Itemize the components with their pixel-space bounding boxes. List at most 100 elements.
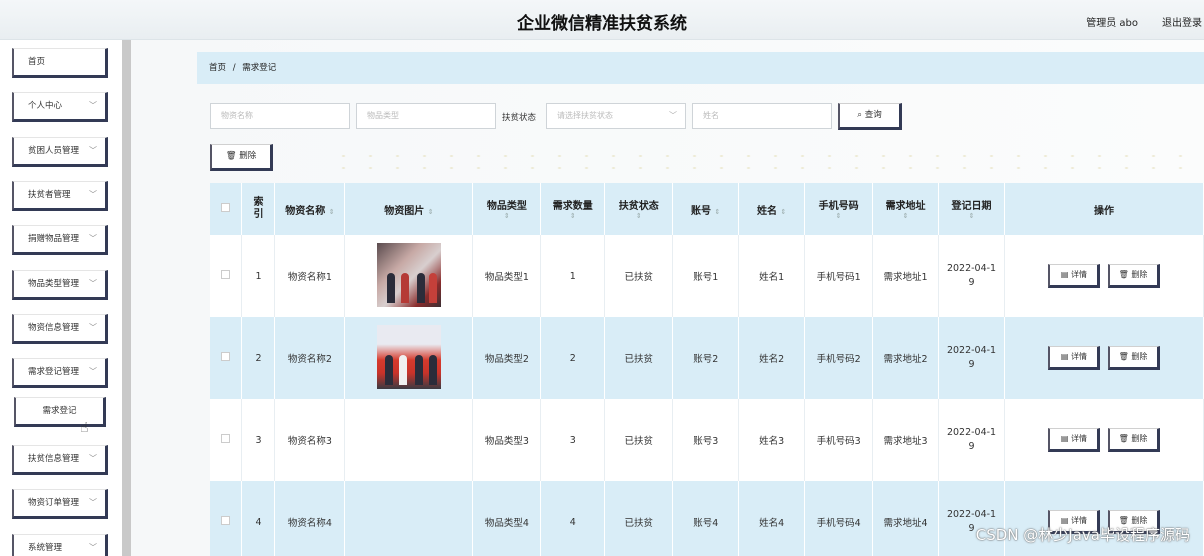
sidebar-item-label: 系统管理 bbox=[28, 543, 63, 553]
person-name-search-input[interactable]: 姓名 bbox=[692, 103, 832, 129]
row-delete-button[interactable]: 🗑 删除 bbox=[1107, 346, 1160, 370]
cell-status: 已扶贫 bbox=[604, 317, 674, 399]
logout-link[interactable]: 退出登录 bbox=[1162, 14, 1202, 29]
cell-quantity: 1 bbox=[540, 235, 606, 317]
cell-phone: 手机号码4 bbox=[804, 481, 874, 556]
column-header-label: 物资图片 bbox=[384, 205, 425, 217]
row-checkbox[interactable] bbox=[221, 352, 231, 361]
sidebar-subitem-demand-registration[interactable]: 需求登记 bbox=[14, 397, 106, 427]
column-header-label: 手机号码 bbox=[818, 201, 859, 212]
date-line: 9 bbox=[968, 359, 975, 370]
date-line: 9 bbox=[968, 277, 975, 288]
sidebar-item-home[interactable]: 首页 bbox=[12, 48, 108, 78]
chevron-down-icon: ﹀ bbox=[669, 111, 677, 120]
column-header-image[interactable]: 物资图片 ⇕ bbox=[344, 183, 474, 235]
delete-button-label: 删除 bbox=[239, 151, 257, 161]
chevron-down-icon: ﹀ bbox=[89, 367, 97, 376]
detail-button[interactable]: ▤ 详情 bbox=[1048, 428, 1101, 452]
sidebar-item-helpers[interactable]: 扶贫者管理 ﹀ bbox=[12, 181, 108, 211]
sidebar-item-orders[interactable]: 物资订单管理 ﹀ bbox=[12, 489, 108, 519]
cell-type: 物品类型3 bbox=[472, 399, 542, 481]
row-delete-button[interactable]: 🗑 删除 bbox=[1107, 428, 1160, 452]
breadcrumb-home[interactable]: 首页 bbox=[209, 63, 226, 73]
column-header-type[interactable]: 物品类型 ⇕ bbox=[472, 183, 542, 235]
item-type-search-input[interactable]: 物品类型 bbox=[356, 103, 496, 129]
hand-cursor-icon: ☝ bbox=[80, 420, 89, 436]
sort-icon[interactable]: ⇕ bbox=[805, 212, 872, 221]
table-header-row: 索引 物资名称 ⇕ 物资图片 ⇕ 物品类型 ⇕ 需求数量 ⇕ 扶贫状态 ⇕ 账号 ⇕ … bbox=[210, 183, 1204, 235]
row-delete-button[interactable]: 🗑 删除 bbox=[1107, 264, 1160, 288]
status-filter-label: 扶贫状态 bbox=[502, 113, 537, 123]
sidebar-item-label: 扶贫信息管理 bbox=[28, 454, 80, 464]
sort-icon[interactable]: ⇕ bbox=[541, 212, 604, 221]
header-select-all[interactable] bbox=[210, 183, 243, 235]
sort-icon[interactable]: ⇕ bbox=[715, 208, 721, 216]
sidebar-item-demand-registration-mgmt[interactable]: 需求登记管理 ﹀ bbox=[12, 358, 108, 388]
material-name-search-input[interactable]: 物资名称 bbox=[210, 103, 350, 129]
column-header-phone[interactable]: 手机号码 ⇕ bbox=[804, 183, 874, 235]
app-title: 企业微信精准扶贫系统 bbox=[517, 14, 687, 34]
sort-icon[interactable]: ⇕ bbox=[780, 208, 786, 216]
sidebar-scrollbar[interactable] bbox=[122, 40, 131, 556]
column-header-status[interactable]: 扶贫状态 ⇕ bbox=[604, 183, 674, 235]
top-header: 企业微信精准扶贫系统 管理员 abo 退出登录 bbox=[0, 0, 1204, 40]
bulk-delete-button[interactable]: 🗑 删除 bbox=[210, 144, 273, 171]
column-header-account[interactable]: 账号 ⇕ bbox=[672, 183, 740, 235]
column-header-person[interactable]: 姓名 ⇕ bbox=[738, 183, 806, 235]
sort-icon[interactable]: ⇕ bbox=[329, 208, 335, 216]
row-select-cell[interactable] bbox=[210, 399, 243, 481]
chevron-down-icon: ﹀ bbox=[89, 190, 97, 199]
sidebar-item-item-types[interactable]: 物品类型管理 ﹀ bbox=[12, 270, 108, 300]
sidebar-item-materials[interactable]: 物资信息管理 ﹀ bbox=[12, 314, 108, 344]
row-select-cell[interactable] bbox=[210, 481, 243, 556]
cell-date: 2022-04-1 9 bbox=[938, 399, 1006, 481]
select-all-checkbox[interactable] bbox=[221, 203, 231, 212]
sidebar-item-poverty-info[interactable]: 扶贫信息管理 ﹀ bbox=[12, 445, 108, 475]
sidebar-item-label: 个人中心 bbox=[28, 101, 63, 111]
sidebar-item-donations[interactable]: 捐赠物品管理 ﹀ bbox=[12, 225, 108, 255]
row-select-cell[interactable] bbox=[210, 235, 243, 317]
row-select-cell[interactable] bbox=[210, 317, 243, 399]
cell-image bbox=[344, 317, 474, 399]
row-checkbox[interactable] bbox=[221, 270, 231, 279]
material-photo[interactable] bbox=[376, 242, 441, 307]
detail-icon: ▤ bbox=[1060, 270, 1069, 279]
chevron-down-icon: ﹀ bbox=[89, 146, 97, 155]
trash-icon: 🗑 bbox=[225, 151, 237, 161]
sort-icon[interactable]: ⇕ bbox=[428, 208, 434, 216]
status-filter-select[interactable]: 请选择扶贫状态 ﹀ bbox=[546, 103, 686, 129]
sort-icon[interactable]: ⇕ bbox=[939, 212, 1004, 221]
cell-person: 姓名4 bbox=[738, 481, 806, 556]
sidebar-item-label: 需求登记 bbox=[42, 406, 77, 416]
breadcrumb-separator: / bbox=[232, 63, 236, 73]
column-header-address[interactable]: 需求地址 ⇕ bbox=[872, 183, 940, 235]
chevron-down-icon: ﹀ bbox=[89, 101, 97, 110]
column-header-date[interactable]: 登记日期 ⇕ bbox=[938, 183, 1006, 235]
sidebar-item-system[interactable]: 系统管理 ﹀ bbox=[12, 534, 108, 556]
sort-icon[interactable]: ⇕ bbox=[473, 212, 540, 221]
cell-address: 需求地址4 bbox=[872, 481, 940, 556]
detail-button-label: 详情 bbox=[1071, 352, 1088, 361]
detail-button[interactable]: ▤ 详情 bbox=[1048, 264, 1101, 288]
row-checkbox[interactable] bbox=[221, 434, 231, 443]
column-header-index: 索引 bbox=[241, 183, 276, 235]
cell-phone: 手机号码2 bbox=[804, 317, 874, 399]
detail-button[interactable]: ▤ 详情 bbox=[1048, 346, 1101, 370]
material-photo[interactable] bbox=[376, 324, 441, 389]
search-button[interactable]: ⌕ 查询 bbox=[838, 103, 902, 130]
sort-icon[interactable]: ⇕ bbox=[873, 212, 938, 221]
table-row: 1 物资名称1 物品类型1 1 已扶贫 账号1 姓名1 手机号码1 需求地址1 … bbox=[210, 235, 1204, 317]
sidebar-item-label: 扶贫者管理 bbox=[28, 190, 71, 200]
row-checkbox[interactable] bbox=[221, 516, 231, 525]
sidebar-item-poor-people[interactable]: 贫困人员管理 ﹀ bbox=[12, 137, 108, 167]
trash-icon: 🗑 bbox=[1118, 270, 1129, 279]
column-header-name[interactable]: 物资名称 ⇕ bbox=[274, 183, 346, 235]
column-header-label: 需求地址 bbox=[885, 201, 926, 212]
date-line: 2022-04-1 bbox=[946, 427, 997, 438]
sort-icon[interactable]: ⇕ bbox=[605, 212, 672, 221]
cell-quantity: 4 bbox=[540, 481, 606, 556]
cell-status: 已扶贫 bbox=[604, 399, 674, 481]
column-header-quantity[interactable]: 需求数量 ⇕ bbox=[540, 183, 606, 235]
date-line: 9 bbox=[968, 441, 975, 452]
sidebar-item-personal-center[interactable]: 个人中心 ﹀ bbox=[12, 92, 108, 122]
